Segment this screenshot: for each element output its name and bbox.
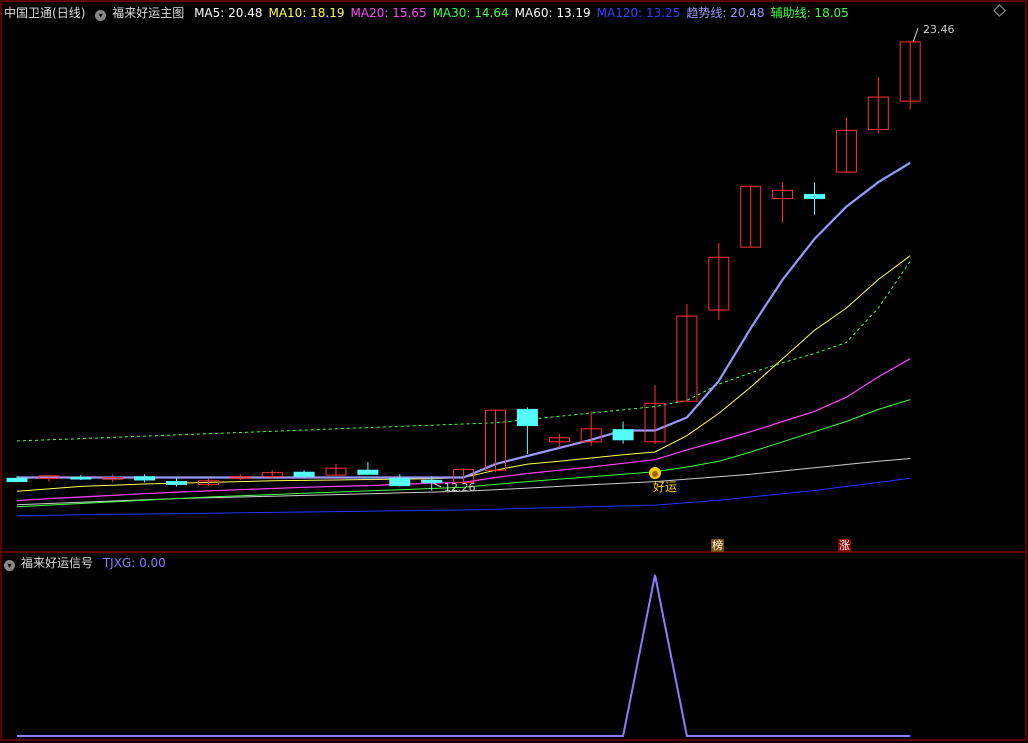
candle	[708, 243, 730, 321]
ma-readout: MA5: 20.48	[194, 6, 263, 20]
indicator-name[interactable]: 福来好运主图	[112, 6, 184, 20]
candle	[389, 474, 411, 487]
candle	[70, 475, 92, 480]
ma-readouts: MA5: 20.48 MA10: 18.19 MA20: 15.65 MA30: 14…	[194, 6, 855, 20]
candle	[772, 182, 794, 223]
chevron-down-icon[interactable]: ▾	[95, 10, 107, 21]
candle	[357, 462, 379, 476]
candle-body	[6, 477, 28, 483]
ma-readout: 辅助线: 18.05	[770, 6, 849, 20]
candle	[229, 474, 251, 480]
candle	[835, 117, 857, 173]
candle-body	[389, 477, 411, 487]
candle	[804, 182, 825, 215]
candle-body	[357, 469, 379, 475]
candle	[867, 76, 889, 134]
candle-body	[293, 471, 315, 477]
candle-body	[612, 429, 634, 441]
high-marker	[912, 27, 919, 43]
ma-readout: MA10: 18.19	[268, 6, 345, 20]
candle-body	[166, 481, 187, 485]
money-bag-icon-center	[652, 471, 658, 477]
candle	[516, 407, 538, 454]
ma-lines	[16, 161, 911, 517]
stock-name[interactable]: 中国卫通	[4, 6, 52, 20]
tag-zhang[interactable]: 涨	[838, 539, 851, 552]
ma-readout: 趋势线: 20.48	[686, 6, 765, 20]
tag-bang[interactable]: 榜	[711, 539, 724, 552]
ma-readout: MA20: 15.65	[350, 6, 427, 20]
candle-body	[70, 477, 92, 480]
candle	[325, 464, 347, 476]
candle-body	[516, 408, 538, 427]
ma-readout: MA60: 13.19	[514, 6, 591, 20]
signal-plot	[17, 574, 911, 737]
stock-chart[interactable]: 23.46 12.26 好运	[0, 0, 1028, 743]
chevron-down-icon[interactable]: ▾	[4, 560, 15, 571]
sub-header: ▾ 福来好运信号 TJXG: 0.00	[4, 556, 172, 571]
chart-frame	[0, 0, 1027, 741]
candle-body	[804, 193, 825, 199]
candle-body	[421, 479, 443, 483]
ma-readout: MA120: 13.25	[596, 6, 681, 20]
candle	[644, 385, 666, 444]
candle	[676, 303, 698, 402]
candle	[38, 475, 60, 482]
sub-pane-border	[0, 551, 1027, 741]
signal-readout: TJXG: 0.00	[102, 556, 166, 570]
ma-readout: MA30: 14.64	[432, 6, 509, 20]
candle	[166, 478, 187, 487]
candle	[134, 474, 156, 483]
line-trend	[17, 161, 911, 479]
candle	[261, 470, 283, 479]
period-label[interactable]: (日线)	[52, 6, 85, 20]
candle	[740, 185, 762, 248]
candle	[612, 421, 634, 444]
low-price-label: 12.26	[444, 481, 476, 494]
main-pane-border	[0, 0, 1027, 553]
candle	[899, 41, 921, 110]
main-header: 中国卫通(日线) ▾ 福来好运主图 MA5: 20.48 MA10: 18.19 MA…	[4, 6, 861, 21]
high-price-label: 23.46	[923, 23, 955, 36]
candle-body	[134, 476, 156, 481]
signal-label: 好运	[653, 480, 677, 494]
signal-line	[17, 574, 911, 737]
sub-indicator-name[interactable]: 福来好运信号	[21, 556, 93, 570]
